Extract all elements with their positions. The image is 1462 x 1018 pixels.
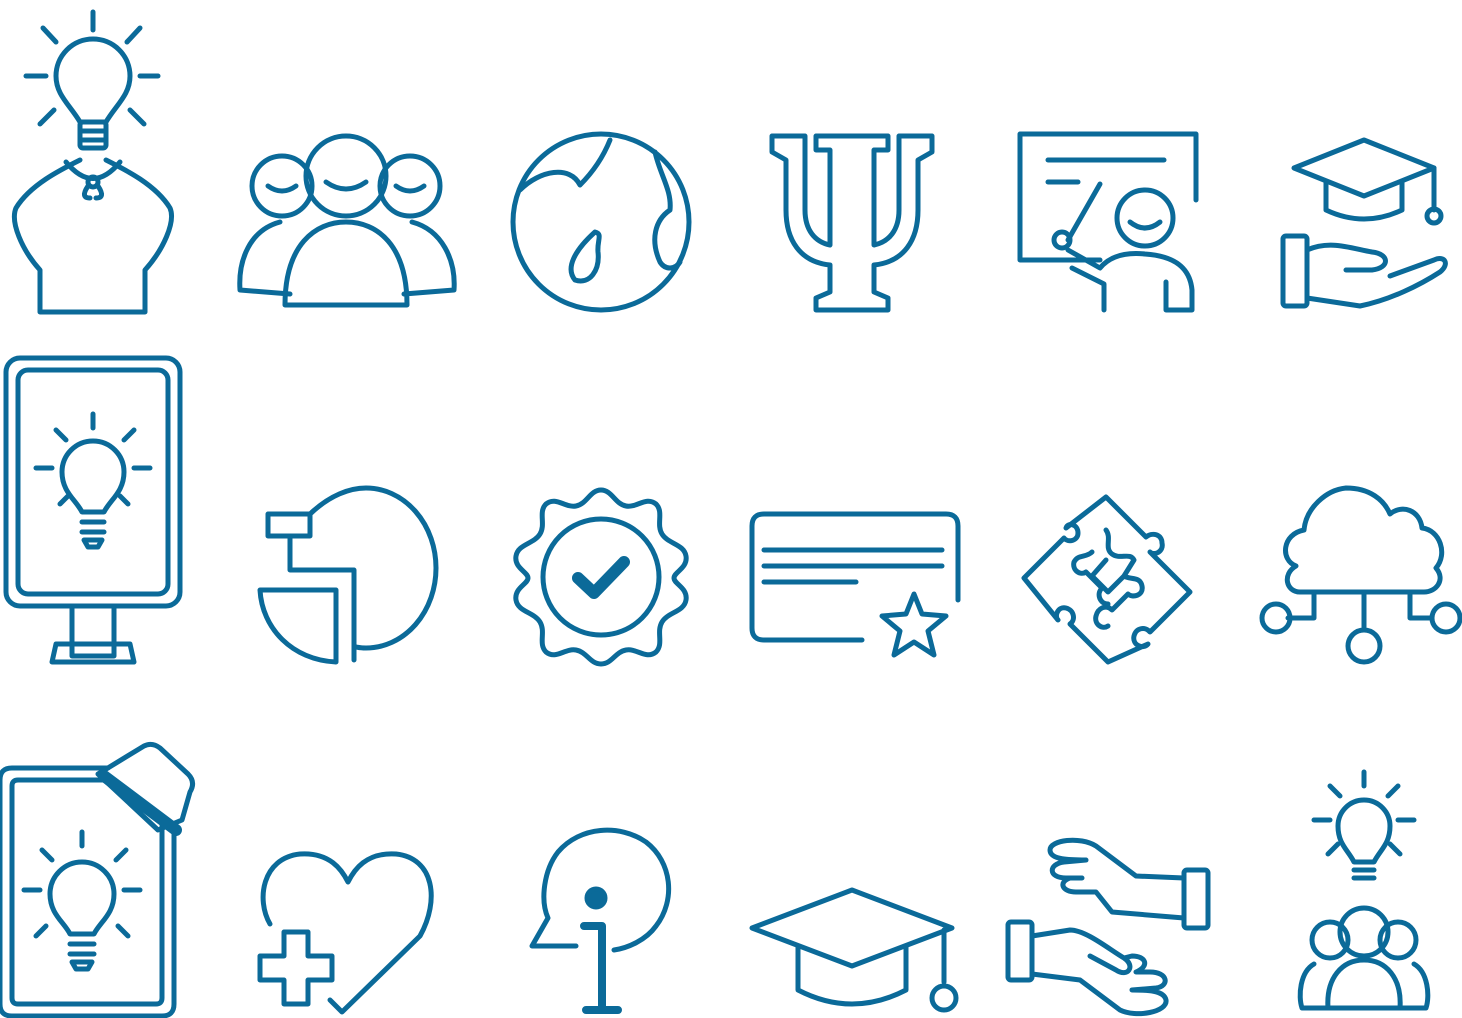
psi-icon xyxy=(769,133,935,313)
group-people-icon xyxy=(237,133,457,308)
globe-icon xyxy=(510,131,692,313)
idea-bust-icon xyxy=(12,9,174,315)
idea-screen-icon xyxy=(3,355,183,665)
idea-whiteboard-icon xyxy=(0,741,196,1018)
cloud-network-icon xyxy=(1259,485,1462,665)
graduation-hand-icon xyxy=(1280,137,1448,309)
icon-sheet xyxy=(0,9,1462,1018)
certificate-card-icon xyxy=(749,511,961,658)
puzzle-icon xyxy=(1021,494,1193,665)
graduation-cap-icon xyxy=(749,887,959,1013)
handshake-icon xyxy=(1005,837,1211,1017)
heart-plus-icon xyxy=(257,851,434,1015)
teacher-board-icon xyxy=(1017,131,1199,313)
info-speech-icon xyxy=(529,827,672,1014)
idea-team-icon xyxy=(1297,769,1431,1011)
verified-badge-icon xyxy=(513,487,689,667)
pie-chart-icon xyxy=(257,485,439,665)
